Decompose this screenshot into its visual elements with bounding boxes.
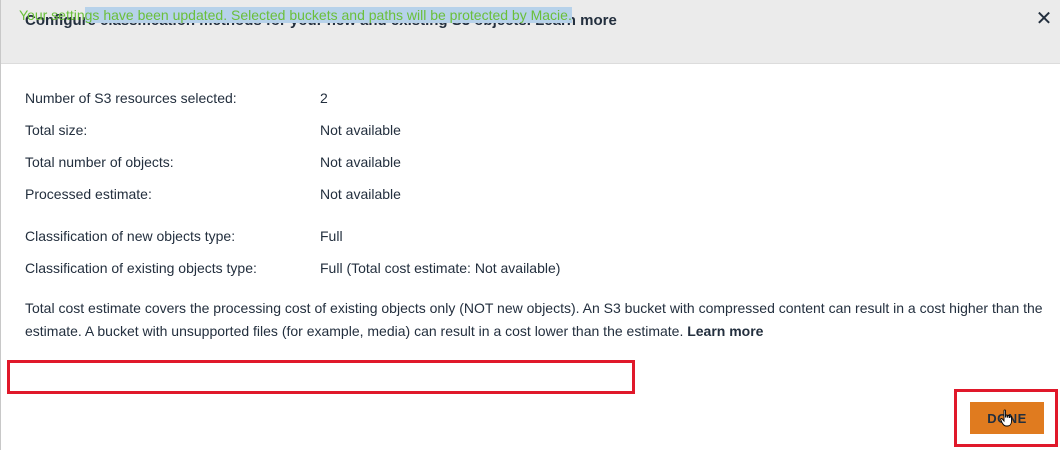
classification-modal: Configure classification methods for you… — [0, 0, 1060, 450]
cost-estimate-note-text: Total cost estimate covers the processin… — [25, 300, 1043, 339]
detail-row-total-size: Total size: Not available — [25, 120, 1025, 152]
detail-value: Not available — [320, 122, 401, 138]
success-message-highlighted: gs have been updated. Selected buckets a… — [84, 7, 572, 23]
detail-row-resources-selected: Number of S3 resources selected: 2 — [25, 88, 1025, 120]
detail-row-processed-estimate: Processed estimate: Not available — [25, 184, 1025, 216]
detail-label: Classification of existing objects type: — [25, 260, 257, 276]
done-button[interactable]: DONE — [970, 402, 1044, 434]
close-icon[interactable]: ✕ — [1033, 8, 1055, 30]
detail-value: 2 — [320, 90, 328, 106]
detail-row-new-objects-type: Classification of new objects type: Full — [25, 226, 1025, 258]
detail-label: Number of S3 resources selected: — [25, 90, 237, 106]
detail-label: Total number of objects: — [25, 154, 174, 170]
details-list: Number of S3 resources selected: 2 Total… — [25, 88, 1025, 290]
detail-row-total-objects: Total number of objects: Not available — [25, 152, 1025, 184]
success-message: Your settings have been updated. Selecte… — [19, 5, 572, 25]
success-message-annotation — [7, 360, 635, 394]
detail-row-existing-objects-type: Classification of existing objects type:… — [25, 258, 1025, 290]
detail-value: Not available — [320, 186, 401, 202]
detail-label: Processed estimate: — [25, 186, 152, 202]
learn-more-link[interactable]: Learn more — [687, 323, 763, 339]
detail-label: Classification of new objects type: — [25, 228, 236, 244]
detail-value: Not available — [320, 154, 401, 170]
detail-value: Full (Total cost estimate: Not available… — [320, 260, 561, 276]
detail-value: Full — [320, 228, 343, 244]
detail-label: Total size: — [25, 122, 88, 138]
cost-estimate-note: Total cost estimate covers the processin… — [25, 297, 1045, 343]
success-message-start: Your settin — [19, 7, 85, 23]
